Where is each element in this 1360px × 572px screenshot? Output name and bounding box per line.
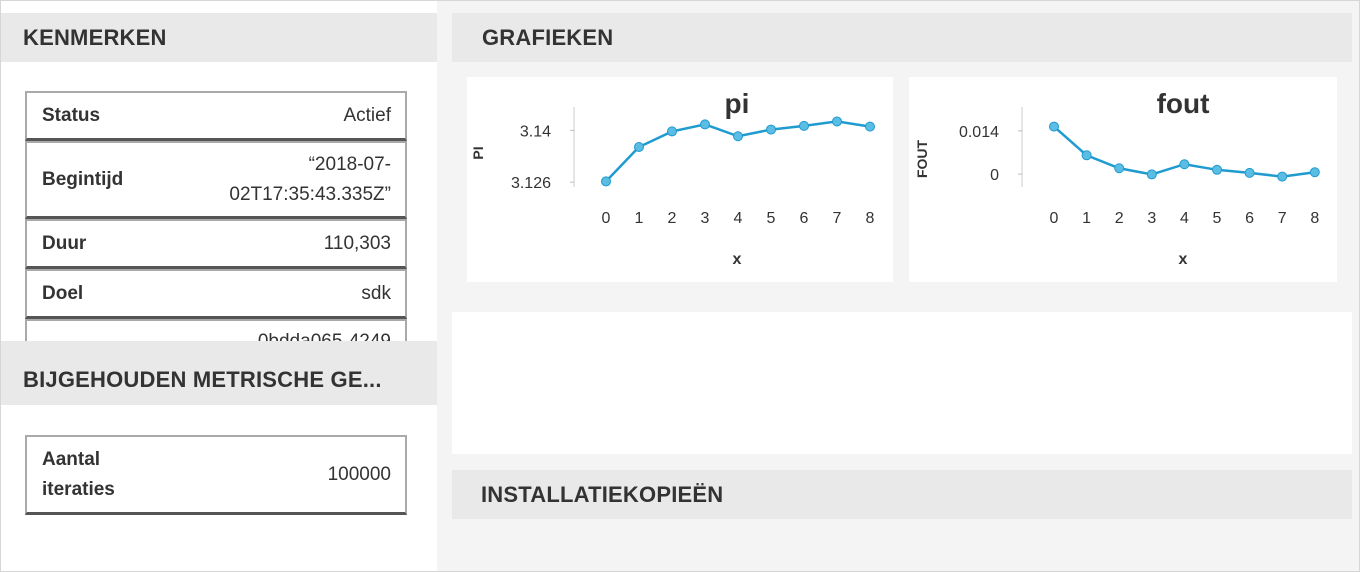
chart-series-line [605, 120, 871, 183]
chart-data-point [1081, 150, 1092, 161]
chart-x-tick-label: 3 [701, 210, 710, 227]
kenmerk-row-doel: Doel sdk [25, 269, 407, 319]
metric-value: 100000 [327, 463, 391, 485]
chart-card-pi[interactable]: pi PI x 3.126 3.14 0 1 2 3 4 5 6 7 8 [467, 77, 893, 282]
kenmerk-row-status: Status Actief [25, 91, 407, 141]
left-panel: KENMERKEN Status Actief Begintijd “2018-… [1, 1, 437, 571]
metric-key: Aantal iteraties [42, 445, 115, 505]
grafieken-title: GRAFIEKEN [482, 24, 614, 50]
chart-x-tick-label: 6 [800, 210, 809, 227]
metric-row-iteraties: Aantal iteraties 100000 [25, 435, 407, 515]
chart-x-tick-label: 8 [866, 210, 875, 227]
kenmerk-key: Duur [42, 232, 87, 254]
chart-data-point [1179, 159, 1190, 170]
chart-x-tick-label: 1 [1082, 210, 1091, 227]
chart-x-tick-label: 7 [1278, 210, 1287, 227]
chart-data-point [667, 126, 677, 137]
chart-title: fout [1157, 88, 1210, 119]
chart-data-point [601, 176, 611, 187]
chart-y-tick-label: 3.14 [520, 123, 551, 140]
chart-x-axis-label: x [1179, 251, 1188, 268]
chart-x-tick-label: 7 [833, 210, 842, 227]
metric-key-line: Aantal [42, 448, 101, 470]
chart-data-point [1244, 167, 1255, 178]
chart-data-point [733, 131, 743, 142]
chart-x-tick-label: 0 [1050, 210, 1059, 227]
chart-data-point [799, 120, 809, 131]
empty-panel [452, 312, 1352, 454]
kenmerk-row-id: 0bdda065-4249 [25, 319, 407, 341]
chart-data-point [1309, 167, 1320, 178]
app-frame: KENMERKEN Status Actief Begintijd “2018-… [0, 0, 1360, 572]
chart-data-point [700, 119, 710, 130]
chart-x-tick-label: 4 [1180, 210, 1189, 227]
metrics-header: BIJGEHOUDEN METRISCHE GE... [1, 341, 437, 405]
chart-data-point [634, 141, 644, 152]
chart-card-fout[interactable]: fout FOUT x 0 0.014 0 1 2 3 4 5 6 7 8 [909, 77, 1337, 282]
chart-data-point [1277, 171, 1288, 182]
grafieken-header: GRAFIEKEN [452, 13, 1352, 62]
kenmerk-value: 0bdda065-4249 [258, 327, 391, 341]
chart-x-tick-label: 1 [635, 210, 644, 227]
kenmerk-row-duur: Duur 110,303 [25, 219, 407, 269]
kenmerken-list[interactable]: Status Actief Begintijd “2018-07- 02T17:… [25, 91, 407, 341]
chart-x-axis-label: x [733, 251, 742, 268]
chart-x-tick-label: 3 [1147, 210, 1156, 227]
metrics-title: BIJGEHOUDEN METRISCHE GE... [23, 367, 382, 392]
chart-fout: fout FOUT x 0 0.014 0 1 2 3 4 5 6 7 8 [914, 88, 1320, 268]
chart-data-point [1114, 163, 1125, 174]
kenmerk-key: Begintijd [42, 168, 124, 190]
chart-x-tick-label: 5 [767, 210, 776, 227]
chart-data-point [865, 121, 875, 132]
kenmerken-header: KENMERKEN [1, 13, 437, 62]
installatie-title: INSTALLATIEKOPIEËN [481, 481, 724, 507]
chart-y-tick-label: 0 [990, 167, 999, 184]
chart-data-point [1146, 169, 1157, 180]
chart-x-tick-label: 8 [1310, 210, 1319, 227]
chart-y-tick-label: 3.126 [511, 175, 551, 192]
metric-key-line: iteraties [42, 478, 115, 500]
kenmerk-value: sdk [361, 282, 391, 304]
kenmerk-value: 110,303 [323, 232, 391, 254]
chart-y-axis-label: PI [470, 146, 486, 159]
chart-data-point [1049, 121, 1059, 132]
chart-title: pi [725, 88, 750, 119]
chart-x-tick-label: 0 [602, 210, 611, 227]
kenmerk-row-begintijd: Begintijd “2018-07- 02T17:35:43.335Z” [25, 141, 407, 219]
kenmerk-value-line: “2018-07- [308, 153, 391, 175]
kenmerk-key: Status [42, 104, 101, 126]
chart-x-tick-label: 2 [1115, 210, 1124, 227]
chart-y-axis-label: FOUT [914, 140, 930, 179]
chart-x-tick-label: 4 [734, 210, 743, 227]
kenmerk-value: “2018-07- 02T17:35:43.335Z” [229, 150, 391, 210]
kenmerk-value: Actief [343, 104, 391, 126]
chart-data-point [832, 116, 842, 127]
chart-data-point [1212, 164, 1222, 175]
chart-x-tick-label: 5 [1213, 210, 1222, 227]
kenmerk-value-line: 02T17:35:43.335Z” [229, 183, 391, 205]
kenmerken-title: KENMERKEN [23, 24, 167, 50]
chart-pi: pi PI x 3.126 3.14 0 1 2 3 4 5 6 7 8 [470, 88, 875, 268]
installatie-header: INSTALLATIEKOPIEËN [452, 470, 1352, 519]
chart-data-point [766, 124, 776, 135]
chart-x-tick-label: 6 [1245, 210, 1254, 227]
chart-x-tick-label: 2 [668, 210, 677, 227]
kenmerk-key: Doel [42, 282, 84, 304]
chart-y-tick-label: 0.014 [959, 124, 999, 141]
